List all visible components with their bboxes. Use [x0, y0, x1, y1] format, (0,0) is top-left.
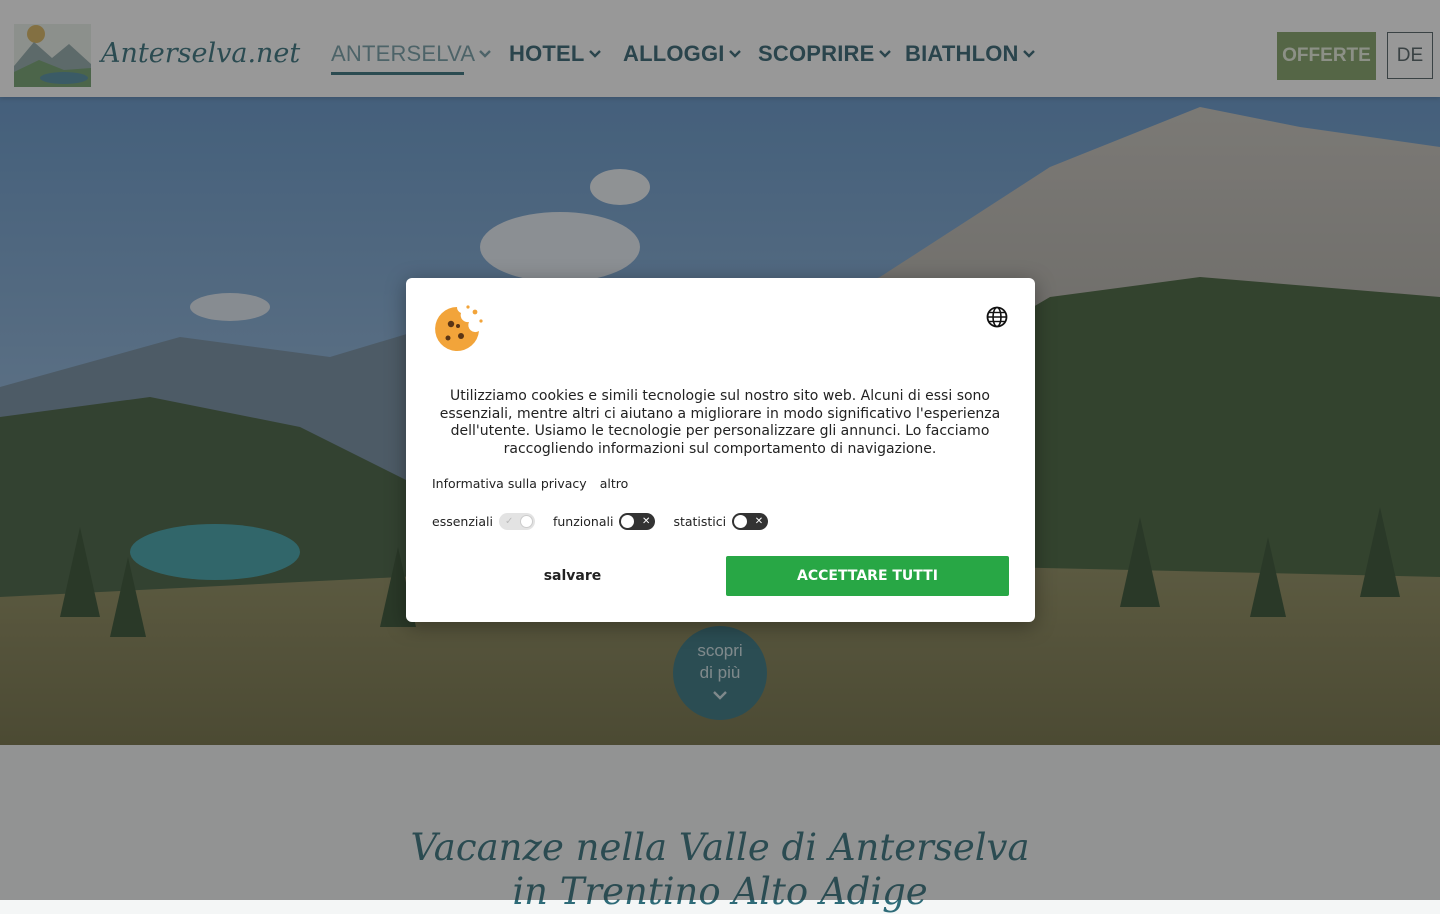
- privacy-policy-link[interactable]: Informativa sulla privacy: [432, 476, 587, 491]
- accept-all-button[interactable]: ACCETTARE TUTTI: [726, 556, 1009, 596]
- statistics-switch[interactable]: ✕: [732, 513, 769, 530]
- globe-icon[interactable]: [986, 306, 1008, 328]
- close-icon: ✕: [642, 516, 651, 527]
- toggle-essential: essenziali ✓: [432, 513, 535, 530]
- cookie-icon: [431, 302, 485, 356]
- more-info-link[interactable]: altro: [600, 476, 629, 491]
- toggle-label: essenziali: [432, 514, 493, 529]
- toggle-label: statistici: [673, 514, 727, 529]
- toggle-label: funzionali: [552, 514, 614, 529]
- cookie-consent-dialog: Utilizziamo cookies e simili tecnologie …: [406, 278, 1035, 622]
- functional-switch[interactable]: ✕: [619, 513, 656, 530]
- check-icon: ✓: [504, 516, 514, 527]
- cookie-links: Informativa sulla privacy altro: [432, 476, 628, 491]
- toggle-statistics: statistici ✕: [673, 513, 769, 530]
- cookie-message: Utilizziamo cookies e simili tecnologie …: [439, 388, 1001, 457]
- essential-switch: ✓: [498, 513, 535, 530]
- cookie-category-toggles: essenziali ✓ funzionali ✕ statistici ✕: [432, 513, 786, 530]
- close-icon: ✕: [754, 516, 764, 527]
- save-button[interactable]: salvare: [432, 556, 713, 596]
- toggle-functional: funzionali ✕: [552, 513, 656, 530]
